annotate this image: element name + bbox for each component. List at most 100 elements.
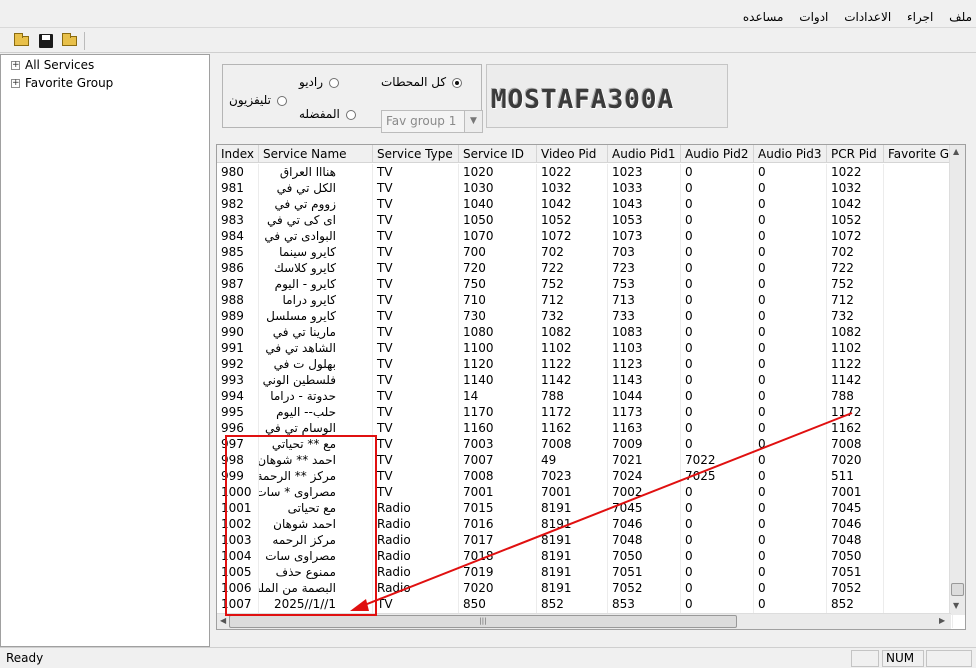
col-service-id[interactable]: Service ID [459, 145, 537, 163]
vertical-scrollbar[interactable]: ▲ ▼ [949, 145, 965, 615]
col-audio-pid1[interactable]: Audio Pid1 [608, 145, 681, 163]
app-window: ملف اجراء الاعدادات ادوات مساعده + All Se… [0, 0, 976, 668]
table-cell [884, 260, 953, 276]
table-row[interactable]: 994 حدوتة - دراما TV 14 788 1044 0 0 788 [217, 388, 953, 404]
table-row[interactable]: 1003 مركز الرحمه Radio 7017 8191 7048 0 0 7048 [217, 532, 953, 548]
table-cell: 1//1//2025 [259, 596, 373, 612]
table-row[interactable]: 982 زووم تي في TV 1040 1042 1043 0 0 1042 [217, 196, 953, 212]
table-row[interactable]: 990 مارينا تي في TV 1080 1082 1083 0 0 1082 [217, 324, 953, 340]
scroll-down-icon[interactable]: ▼ [953, 601, 959, 610]
table-cell: 1120 [459, 356, 537, 372]
table-cell: 1007 [217, 596, 259, 612]
chevron-down-icon[interactable]: ▼ [464, 111, 482, 132]
table-row[interactable]: 988 كايرو دراما TV 710 712 713 0 0 712 [217, 292, 953, 308]
status-pane-caps [851, 650, 879, 667]
table-row[interactable]: 989 كايرو مسلسل TV 730 732 733 0 0 732 [217, 308, 953, 324]
radio-selected-icon [452, 77, 463, 88]
table-cell: 7051 [608, 564, 681, 580]
col-audio-pid3[interactable]: Audio Pid3 [754, 145, 827, 163]
menu-settings[interactable]: الاعدادات [844, 10, 891, 24]
open-file-icon[interactable] [60, 32, 80, 50]
scroll-left-icon[interactable]: ◀ [220, 616, 226, 625]
table-row[interactable]: 1007 1//1//2025 TV 850 852 853 0 0 852 [217, 596, 953, 612]
radio-favorites[interactable]: المفضله [299, 107, 356, 121]
table-row[interactable]: 1004 مصراوى سات Radio 7018 8191 7050 0 0 7050 [217, 548, 953, 564]
table-row[interactable]: 1000 مصراوى * سات TV 7001 7001 7002 0 0 7001 [217, 484, 953, 500]
col-service-type[interactable]: Service Type [373, 145, 459, 163]
save-disk-icon[interactable] [36, 32, 56, 50]
horizontal-scroll-thumb[interactable]: ||| [229, 615, 737, 628]
table-cell: 996 [217, 420, 259, 436]
table-row[interactable]: 1005 ممنوع حذف Radio 7019 8191 7051 0 0 7051 [217, 564, 953, 580]
table-row[interactable]: 987 كايرو - اليوم TV 750 752 753 0 0 752 [217, 276, 953, 292]
table-row[interactable]: 1006البصمة من الملفRadio7020819170520070… [217, 580, 953, 596]
table-cell: 994 [217, 388, 259, 404]
vertical-scroll-thumb[interactable] [951, 583, 964, 596]
radio-radio[interactable]: راديو [299, 75, 340, 89]
table-cell: TV [373, 468, 459, 484]
col-service-name[interactable]: Service Name [259, 145, 373, 163]
status-bar: Ready NUM [0, 647, 976, 668]
table-row[interactable]: 980 هنااا العراق TV 1020 1022 1023 0 0 1022 [217, 164, 953, 180]
table-row[interactable]: 993 فلسطين الوني TV 1140 1142 1143 0 0 1142 [217, 372, 953, 388]
table-row[interactable]: 985 كايرو سينما TV 700 702 703 0 0 702 [217, 244, 953, 260]
table-cell [884, 532, 953, 548]
table-row[interactable]: 996 الوسام تي في TV 1160 1162 1163 0 0 1162 [217, 420, 953, 436]
table-cell: 0 [681, 228, 754, 244]
table-row[interactable]: 1002 احمد شوهان Radio 7016 8191 7046 0 0 7046 [217, 516, 953, 532]
scroll-right-icon[interactable]: ▶ [939, 616, 945, 625]
table-cell: 7009 [608, 436, 681, 452]
horizontal-scrollbar[interactable]: ◀ ||| ▶ [217, 613, 951, 629]
scroll-up-icon[interactable]: ▲ [953, 147, 959, 156]
table-cell: 0 [681, 212, 754, 228]
table-cell: 0 [681, 308, 754, 324]
table-cell: TV [373, 596, 459, 612]
col-index[interactable]: Index [217, 145, 259, 163]
col-favorite-group[interactable]: Favorite Gro [884, 145, 953, 163]
radio-all-stations[interactable]: كل المحطات [381, 75, 463, 89]
table-cell [884, 564, 953, 580]
table-cell: TV [373, 276, 459, 292]
table-cell: 732 [827, 308, 884, 324]
expand-icon[interactable]: + [11, 61, 20, 70]
menu-action[interactable]: اجراء [907, 10, 933, 24]
table-cell: 1022 [537, 164, 608, 180]
table-cell: TV [373, 308, 459, 324]
table-cell: 1142 [827, 372, 884, 388]
menu-help[interactable]: مساعده [743, 10, 784, 24]
table-cell: 993 [217, 372, 259, 388]
fav-group-select[interactable]: Fav group 1 ▼ [381, 110, 483, 133]
tree-item-all-services[interactable]: + All Services [11, 57, 94, 73]
table-row[interactable]: 998 احمد ** شوهان TV 7007 49 7021 7022 0 7020 [217, 452, 953, 468]
table-row[interactable]: 1001 مع تحياتى Radio 7015 8191 7045 0 0 7045 [217, 500, 953, 516]
radio-tv[interactable]: تليفزيون [229, 93, 287, 107]
menu-file[interactable]: ملف [949, 10, 972, 24]
radio-empty-icon [276, 95, 287, 106]
table-cell: 702 [827, 244, 884, 260]
table-row[interactable]: 986 كايرو كلاسك TV 720 722 723 0 0 722 [217, 260, 953, 276]
table-cell: 1006 [217, 580, 259, 596]
table-cell: 713 [608, 292, 681, 308]
table-row[interactable]: 983 اى كى تي في TV 1050 1052 1053 0 0 1052 [217, 212, 953, 228]
table-cell: 0 [754, 484, 827, 500]
expand-icon[interactable]: + [11, 79, 20, 88]
toolbar [0, 29, 976, 53]
col-video-pid[interactable]: Video Pid [537, 145, 608, 163]
menu-tools[interactable]: ادوات [799, 10, 828, 24]
table-row[interactable]: 997 مع ** تحياتي TV 7003 7008 7009 0 0 7008 [217, 436, 953, 452]
open-folder-icon[interactable] [12, 32, 32, 50]
table-cell: 0 [754, 500, 827, 516]
table-row[interactable]: 984 البوادى تي في TV 1070 1072 1073 0 0 1072 [217, 228, 953, 244]
table-cell: 720 [459, 260, 537, 276]
col-pcr-pid[interactable]: PCR Pid [827, 145, 884, 163]
table-row[interactable]: 991 الشاهد تي في TV 1100 1102 1103 0 0 1102 [217, 340, 953, 356]
table-row[interactable]: 992 بهلول ت في TV 1120 1122 1123 0 0 1122 [217, 356, 953, 372]
tree-item-favorite-group[interactable]: + Favorite Group [11, 75, 113, 91]
table-cell: فلسطين الوني [259, 372, 373, 388]
col-audio-pid2[interactable]: Audio Pid2 [681, 145, 754, 163]
status-text: Ready [6, 651, 44, 665]
table-row[interactable]: 995 حلب-- اليوم TV 1170 1172 1173 0 0 1172 [217, 404, 953, 420]
table-row[interactable]: 981 الكل تي في TV 1030 1032 1033 0 0 1032 [217, 180, 953, 196]
table-row[interactable]: 999 مركز ** الرحمة TV 7008 7023 7024 7025 0 511 [217, 468, 953, 484]
table-cell: 0 [754, 164, 827, 180]
